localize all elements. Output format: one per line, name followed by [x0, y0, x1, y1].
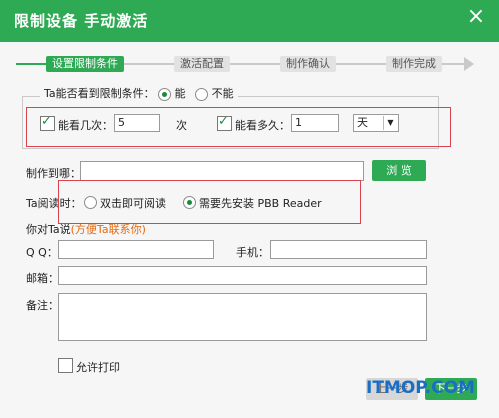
output-path-label: 制作到哪： — [26, 167, 81, 180]
output-path-input[interactable] — [80, 161, 364, 181]
radio-show-yes[interactable] — [158, 87, 172, 101]
close-icon[interactable]: × — [465, 6, 487, 28]
qq-input[interactable] — [58, 240, 214, 259]
phone-label: 手机： — [236, 246, 269, 259]
phone-input[interactable] — [270, 240, 427, 259]
contact-heading: 你对Ta说(方便Ta联系你) — [26, 221, 146, 237]
radio-show-yes-label: 能 — [174, 87, 186, 100]
contact-heading-note: (方便Ta联系你) — [70, 223, 146, 236]
step-progress: 设置限制条件 激活配置 制作确认 制作完成 — [16, 54, 478, 74]
highlight-box-restriction — [26, 107, 451, 147]
checkbox-allow-print[interactable] — [58, 358, 73, 373]
note-textarea[interactable] — [58, 293, 427, 341]
dialog-window: 限制设备 手动激活 × 设置限制条件 激活配置 制作确认 制作完成 Ta能否看到… — [0, 0, 499, 418]
step-activation-config: 激活配置 — [174, 56, 230, 72]
email-input[interactable] — [58, 266, 427, 285]
note-label: 备注： — [26, 299, 59, 312]
qq-label: Q Q： — [26, 246, 58, 259]
watermark-logo: ITMOP.COM — [366, 378, 475, 398]
show-restriction-label: Ta能否看到限制条件： — [44, 87, 155, 100]
step-confirm: 制作确认 — [280, 56, 336, 72]
step-complete: 制作完成 — [386, 56, 442, 72]
title-bar: 限制设备 手动激活 × — [0, 0, 499, 42]
browse-button[interactable]: 浏 览 — [372, 160, 426, 181]
contact-heading-text: 你对Ta说 — [26, 223, 71, 236]
highlight-box-read-mode — [58, 180, 361, 224]
step-arrow-icon — [464, 57, 474, 71]
restriction-legend: Ta能否看到限制条件： 能 不能 — [40, 86, 238, 102]
step-set-conditions: 设置限制条件 — [46, 56, 124, 72]
radio-show-no[interactable] — [195, 87, 209, 101]
radio-show-no-label: 不能 — [211, 87, 234, 100]
email-label: 邮箱： — [26, 272, 59, 285]
allow-print-label: 允许打印 — [76, 361, 120, 374]
dialog-title: 限制设备 手动激活 — [14, 12, 149, 30]
